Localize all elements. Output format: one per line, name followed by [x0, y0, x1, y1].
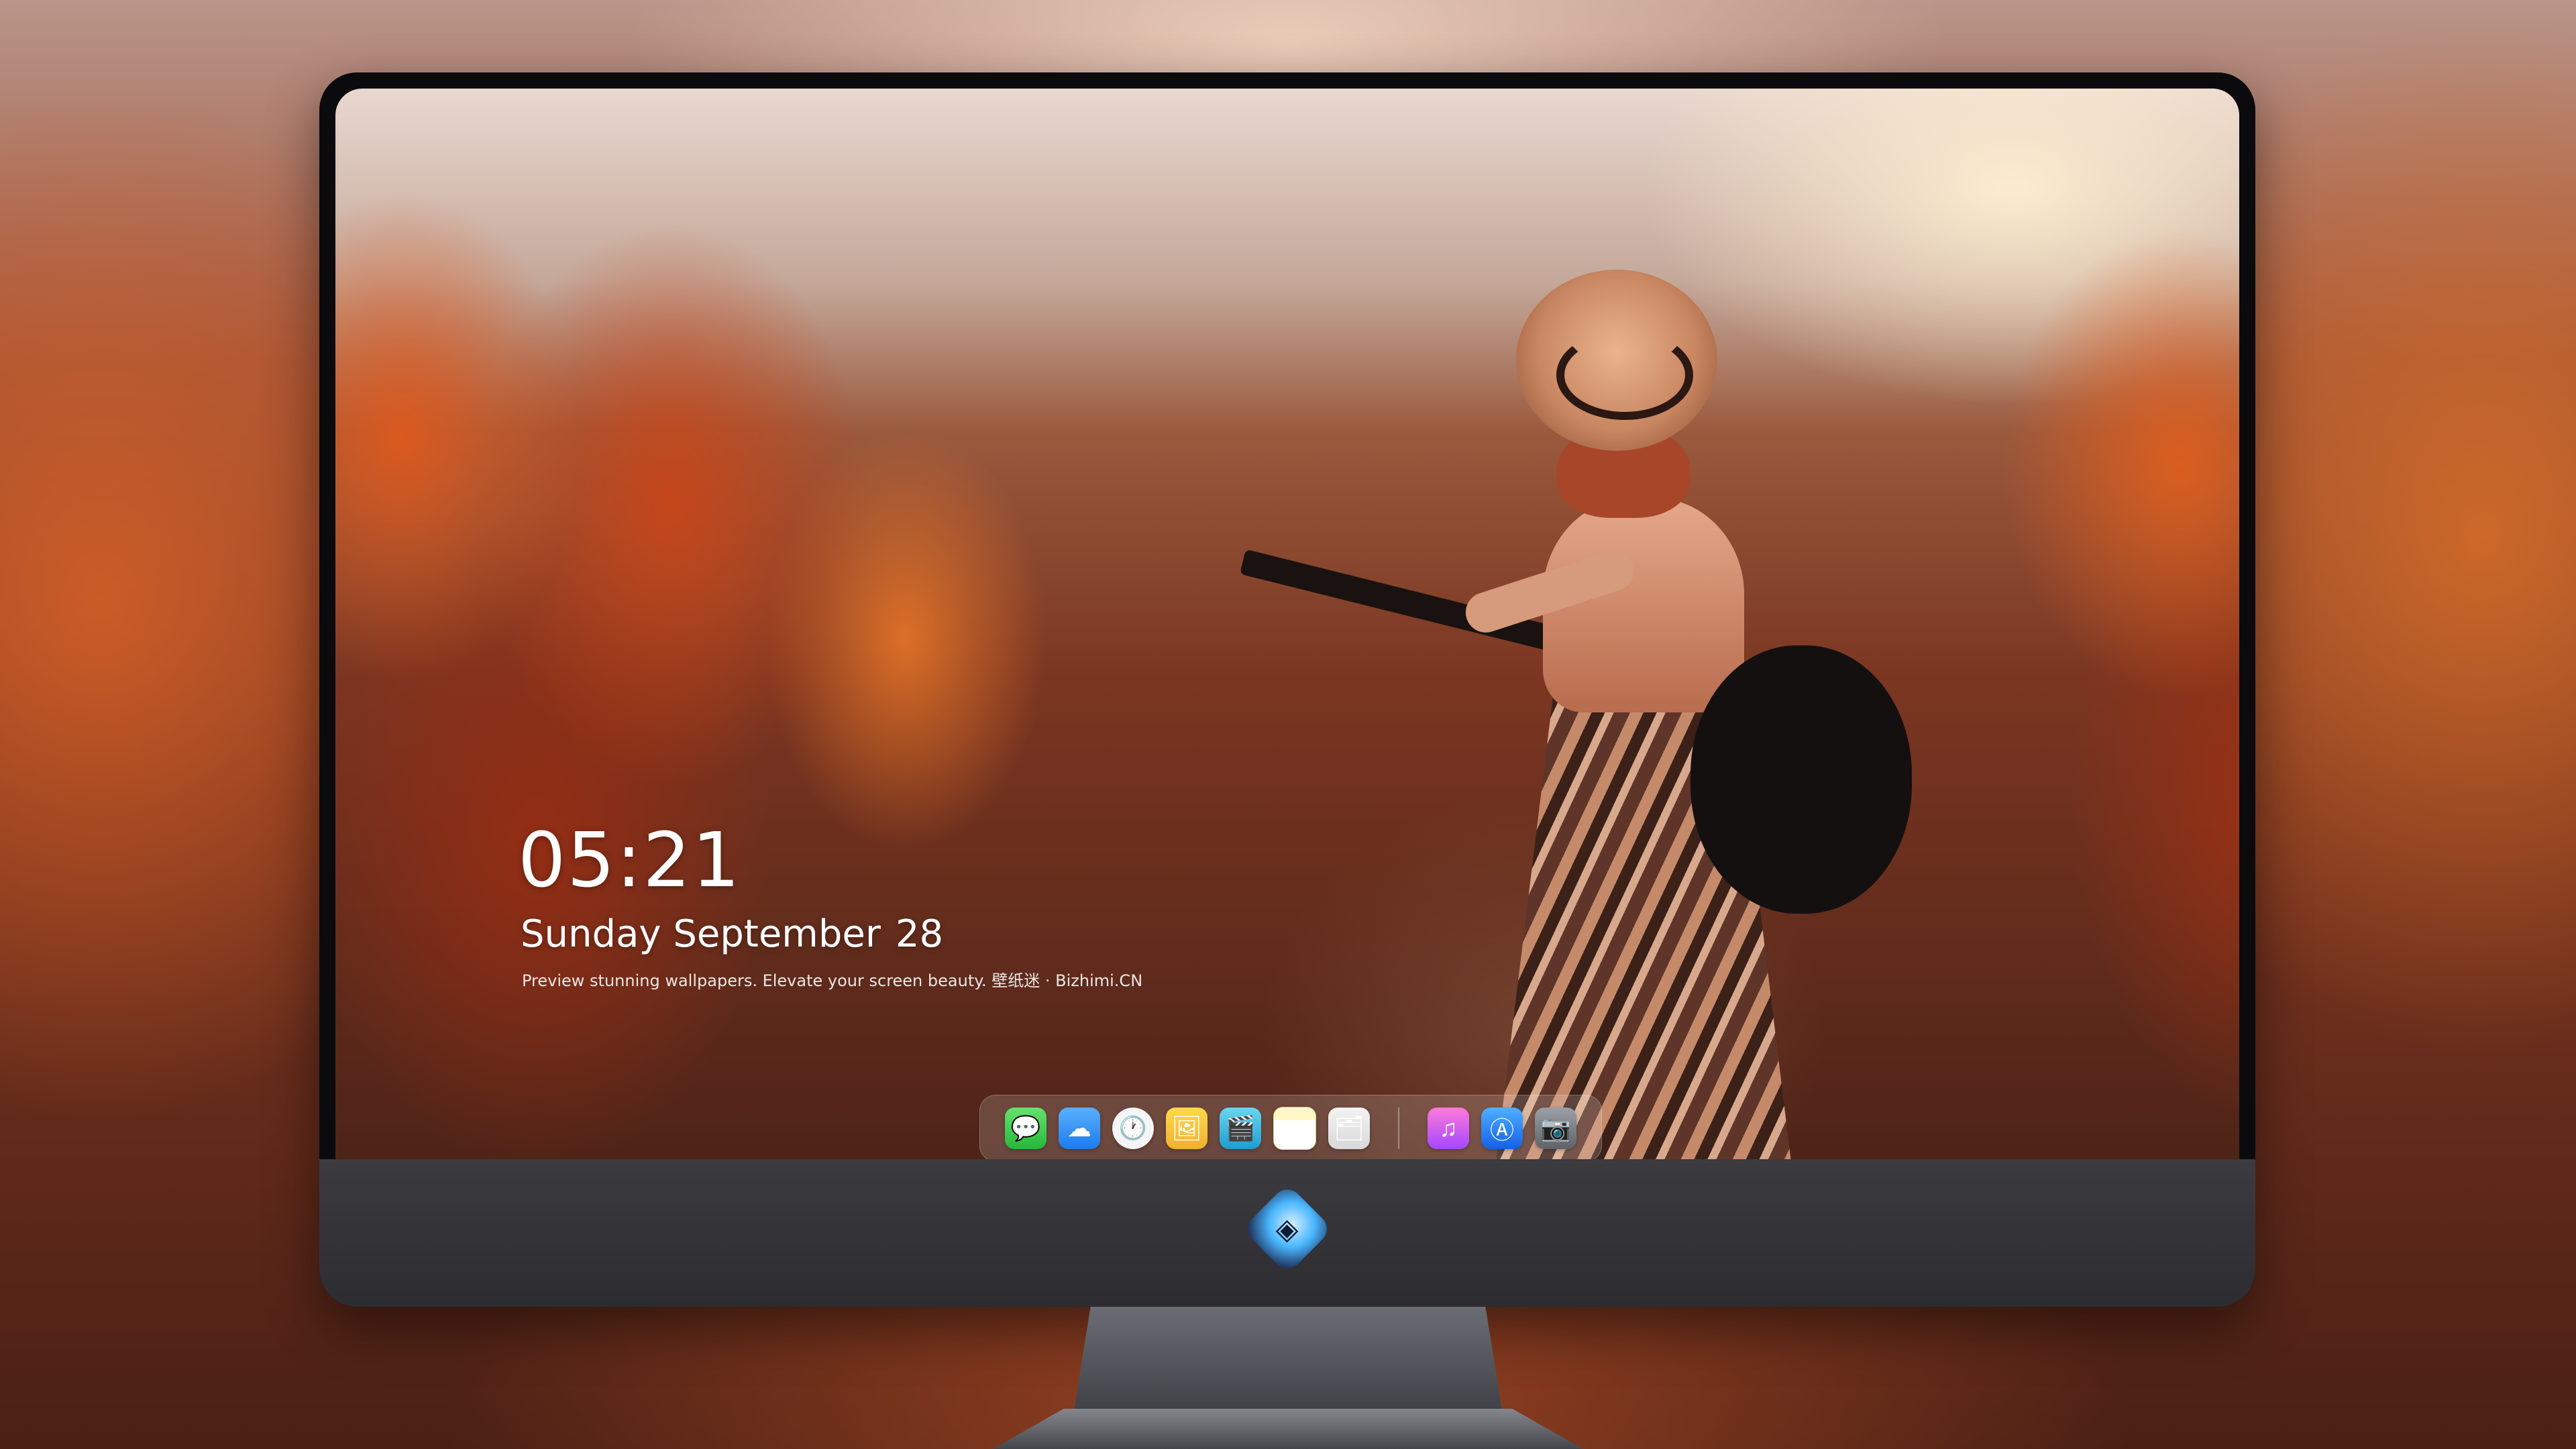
lock-date: Sunday September 28 [521, 912, 943, 956]
clapperboard-icon[interactable]: 🎬 [1220, 1108, 1261, 1149]
camera-icon[interactable]: 📷 [1535, 1108, 1576, 1149]
music-note-icon[interactable]: ♫ [1428, 1108, 1469, 1149]
wallpaper-woman-with-guitar [1239, 270, 1912, 1159]
date-day: Sunday September [521, 912, 881, 956]
hat-band [1556, 330, 1693, 420]
weather-icon[interactable]: ☁ [1059, 1108, 1100, 1149]
messages-icon[interactable]: 💬 [1005, 1108, 1046, 1149]
photos-icon[interactable]: 🗂 [1328, 1108, 1370, 1149]
lock-screen[interactable]: 05:21 Sunday September 28 Preview stunnin… [335, 89, 2239, 1159]
preview-icon[interactable]: 🖼 [1166, 1108, 1208, 1149]
bizhimi-mascot-icon: ◈ [1242, 1183, 1333, 1275]
clock-icon[interactable]: 🕐 [1112, 1108, 1154, 1149]
dock: 💬 ☁ 🕐 🖼 🎬 🗂 ♫ Ⓐ 📷 [979, 1095, 1602, 1159]
monitor-stand-base [993, 1409, 1583, 1449]
logo-glyph: ◈ [1276, 1212, 1299, 1246]
guitar-body [1690, 645, 1912, 914]
app-store-icon[interactable]: Ⓐ [1481, 1108, 1523, 1149]
tagline: Preview stunning wallpapers. Elevate you… [522, 971, 1143, 990]
date-number: 28 [895, 912, 944, 956]
monitor: 05:21 Sunday September 28 Preview stunnin… [319, 72, 2255, 1307]
dock-separator [1398, 1108, 1399, 1149]
monitor-stand-neck [1073, 1307, 1503, 1414]
monitor-chin: ◈ [319, 1159, 2255, 1307]
lock-clock: 05:21 [518, 817, 741, 904]
notes-icon[interactable] [1273, 1107, 1316, 1150]
